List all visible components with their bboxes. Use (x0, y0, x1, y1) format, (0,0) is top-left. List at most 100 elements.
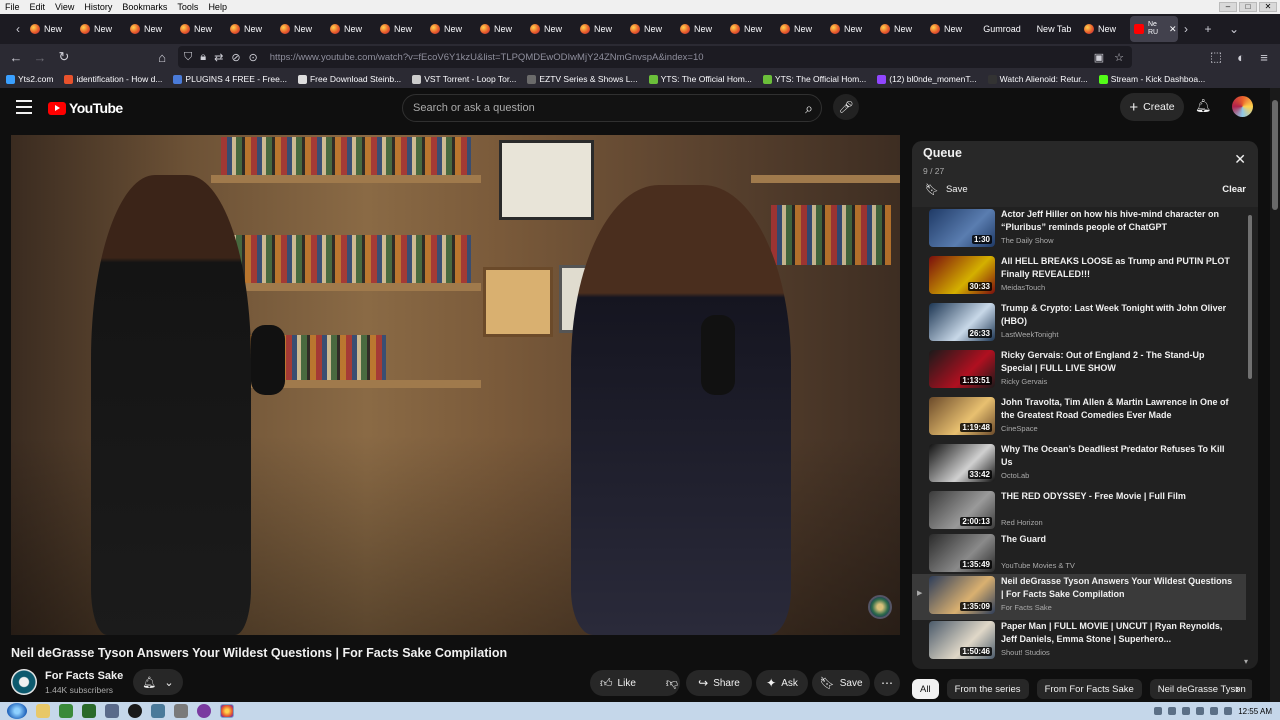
browser-tab[interactable]: New (776, 16, 826, 42)
volume-icon[interactable] (1182, 707, 1191, 715)
bookmark-item[interactable]: YTS: The Official Hom... (762, 74, 866, 84)
url-text[interactable]: https://www.youtube.com/watch?v=fEcoV6Y1… (270, 52, 704, 63)
bookmark-item[interactable]: (12) bl0nde_momenT... (877, 74, 977, 84)
close-icon[interactable]: ✕ (1234, 151, 1246, 168)
bookmark-item[interactable]: Stream - Kick Dashboa... (1098, 74, 1205, 84)
browser-tab[interactable]: New (476, 16, 526, 42)
video-thumbnail[interactable]: 1:30 (929, 209, 995, 247)
bookmark-item[interactable]: VST Torrent - Loop Tor... (412, 74, 516, 84)
tray-icon[interactable] (1224, 707, 1233, 715)
browser-tab[interactable]: New (626, 16, 676, 42)
browser-tab[interactable]: New (176, 16, 226, 42)
queue-item-title[interactable]: John Travolta, Tim Allen & Martin Lawren… (1001, 396, 1233, 422)
queue-scrollbar[interactable] (1248, 215, 1252, 379)
search-input[interactable]: Search or ask a question ⌕ (402, 94, 822, 122)
search-icon[interactable]: ⌕ (805, 100, 813, 117)
queue-item-title[interactable]: All HELL BREAKS LOOSE as Trump and PUTIN… (1001, 255, 1233, 281)
video-player[interactable] (11, 135, 900, 635)
bookmark-item[interactable]: Watch Alienoid: Retur... (987, 74, 1088, 84)
video-thumbnail[interactable]: 33:42 (929, 444, 995, 482)
notifications-bell-icon[interactable]: 🔔︎ (1195, 98, 1212, 114)
close-window-icon[interactable]: ✕ (1259, 2, 1277, 12)
app-icon[interactable] (105, 704, 119, 718)
browser-tab[interactable]: New (726, 16, 776, 42)
video-thumbnail[interactable]: 30:33 (929, 256, 995, 294)
browser-tab[interactable]: New (76, 16, 126, 42)
tray-icon[interactable] (1154, 707, 1163, 715)
browser-tab[interactable]: New (1080, 16, 1130, 42)
queue-item[interactable]: 2:00:13 THE RED ODYSSEY - Free Movie | Fu… (912, 489, 1246, 535)
browser-tab[interactable]: New (876, 16, 926, 42)
like-button[interactable]: 👍︎ Like (590, 670, 646, 696)
queue-item-title[interactable]: The Guard (1001, 533, 1233, 546)
voice-search-icon[interactable]: 🎤︎ (833, 94, 859, 120)
app-icon[interactable] (174, 704, 188, 718)
queue-item-title[interactable]: Actor Jeff Hiller on how his hive-mind c… (1001, 208, 1233, 234)
reload-icon[interactable]: ↻ (52, 49, 76, 65)
dislike-button[interactable]: 👎︎ (656, 670, 688, 696)
share-button[interactable]: ↪ Share (686, 670, 752, 696)
tab-scroll-right-icon[interactable]: › (1178, 22, 1194, 36)
video-thumbnail[interactable]: 1:35:49 (929, 534, 995, 572)
browser-tab[interactable]: New (26, 16, 76, 42)
back-icon[interactable]: ← (4, 50, 28, 65)
queue-item[interactable]: 30:33 All HELL BREAKS LOOSE as Trump and … (912, 254, 1246, 300)
browser-tab-active[interactable]: Ne RU ✕ (1130, 16, 1178, 42)
video-thumbnail[interactable]: 1:19:48 (929, 397, 995, 435)
network-icon[interactable] (1196, 707, 1205, 715)
browser-tab[interactable]: New (926, 16, 976, 42)
browser-tab[interactable]: New (276, 16, 326, 42)
menu-file[interactable]: File (0, 2, 25, 12)
queue-item[interactable]: 26:33 Trump & Crypto: Last Week Tonight w… (912, 301, 1246, 347)
close-tab-icon[interactable]: ✕ (1169, 24, 1177, 35)
channel-watermark-icon[interactable] (868, 595, 892, 619)
tab-gumroad[interactable]: Gumroad (976, 16, 1028, 42)
chevron-right-icon[interactable]: › (1235, 681, 1239, 696)
tray-icon[interactable] (1168, 707, 1177, 715)
filter-chip[interactable]: All (912, 679, 939, 699)
queue-clear-button[interactable]: Clear (1222, 184, 1246, 195)
subscription-bell-button[interactable]: 🔔︎ ⌄ (133, 669, 183, 695)
app-icon[interactable] (82, 704, 96, 718)
browser-tab[interactable]: New (426, 16, 476, 42)
menu-tools[interactable]: Tools (172, 2, 203, 12)
scrollbar-thumb[interactable] (1272, 100, 1278, 210)
reader-view-icon[interactable]: ▣ (1094, 51, 1104, 64)
bookmark-item[interactable]: PLUGINS 4 FREE - Free... (173, 74, 287, 84)
account-icon[interactable]: ◐ (1229, 50, 1253, 65)
clock[interactable]: 12:55 AM (1238, 707, 1272, 716)
permissions-icon[interactable]: ⇄ (214, 51, 223, 64)
video-thumbnail[interactable]: 1:13:51 (929, 350, 995, 388)
app-icon[interactable] (128, 704, 142, 718)
bookmark-item[interactable]: Yts2.com (6, 74, 53, 84)
queue-item-title[interactable]: Trump & Crypto: Last Week Tonight with J… (1001, 302, 1233, 328)
channel-avatar[interactable] (11, 669, 37, 695)
tab-new-tab[interactable]: New Tab (1028, 16, 1080, 42)
file-explorer-icon[interactable] (36, 704, 50, 718)
queue-item-title[interactable]: Why The Ocean’s Deadliest Predator Refus… (1001, 443, 1233, 469)
forward-icon[interactable]: → (28, 50, 52, 65)
maximize-window-icon[interactable]: □ (1239, 2, 1257, 12)
video-thumbnail[interactable]: 1:50:46 (929, 621, 995, 659)
filter-chip[interactable]: From the series (946, 679, 1029, 699)
ask-button[interactable]: ✦ Ask (756, 670, 808, 696)
url-bar[interactable]: ⛉ 🔒︎ ⇄ ⊘ ⊙ https://www.youtube.com/watch… (178, 46, 1132, 68)
bookmark-star-icon[interactable]: ☆ (1114, 51, 1124, 64)
menu-help[interactable]: Help (203, 2, 232, 12)
queue-item[interactable]: 1:35:49 The Guard YouTube Movies & TV (912, 532, 1246, 578)
queue-item[interactable]: 1:50:46 Paper Man | FULL MOVIE | UNCUT | … (912, 619, 1246, 665)
browser-tab[interactable]: New (826, 16, 876, 42)
browser-tab[interactable]: New (676, 16, 726, 42)
bookmark-item[interactable]: YTS: The Official Hom... (648, 74, 752, 84)
bookmark-item[interactable]: Free Download Steinb... (297, 74, 401, 84)
queue-item-title[interactable]: Neil deGrasse Tyson Answers Your Wildest… (1001, 575, 1233, 601)
bookmark-item[interactable]: EZTV Series & Shows L... (527, 74, 638, 84)
guide-menu-icon[interactable] (16, 100, 32, 114)
app-icon[interactable] (151, 704, 165, 718)
browser-tab[interactable]: New (376, 16, 426, 42)
extensions-icon[interactable]: ⬚ (1204, 49, 1228, 65)
save-button[interactable]: 🔖︎ Save (812, 670, 870, 696)
menu-bookmarks[interactable]: Bookmarks (117, 2, 172, 12)
queue-item-title[interactable]: THE RED ODYSSEY - Free Movie | Full Film (1001, 490, 1233, 503)
tab-scroll-left-icon[interactable]: ‹ (10, 22, 26, 36)
